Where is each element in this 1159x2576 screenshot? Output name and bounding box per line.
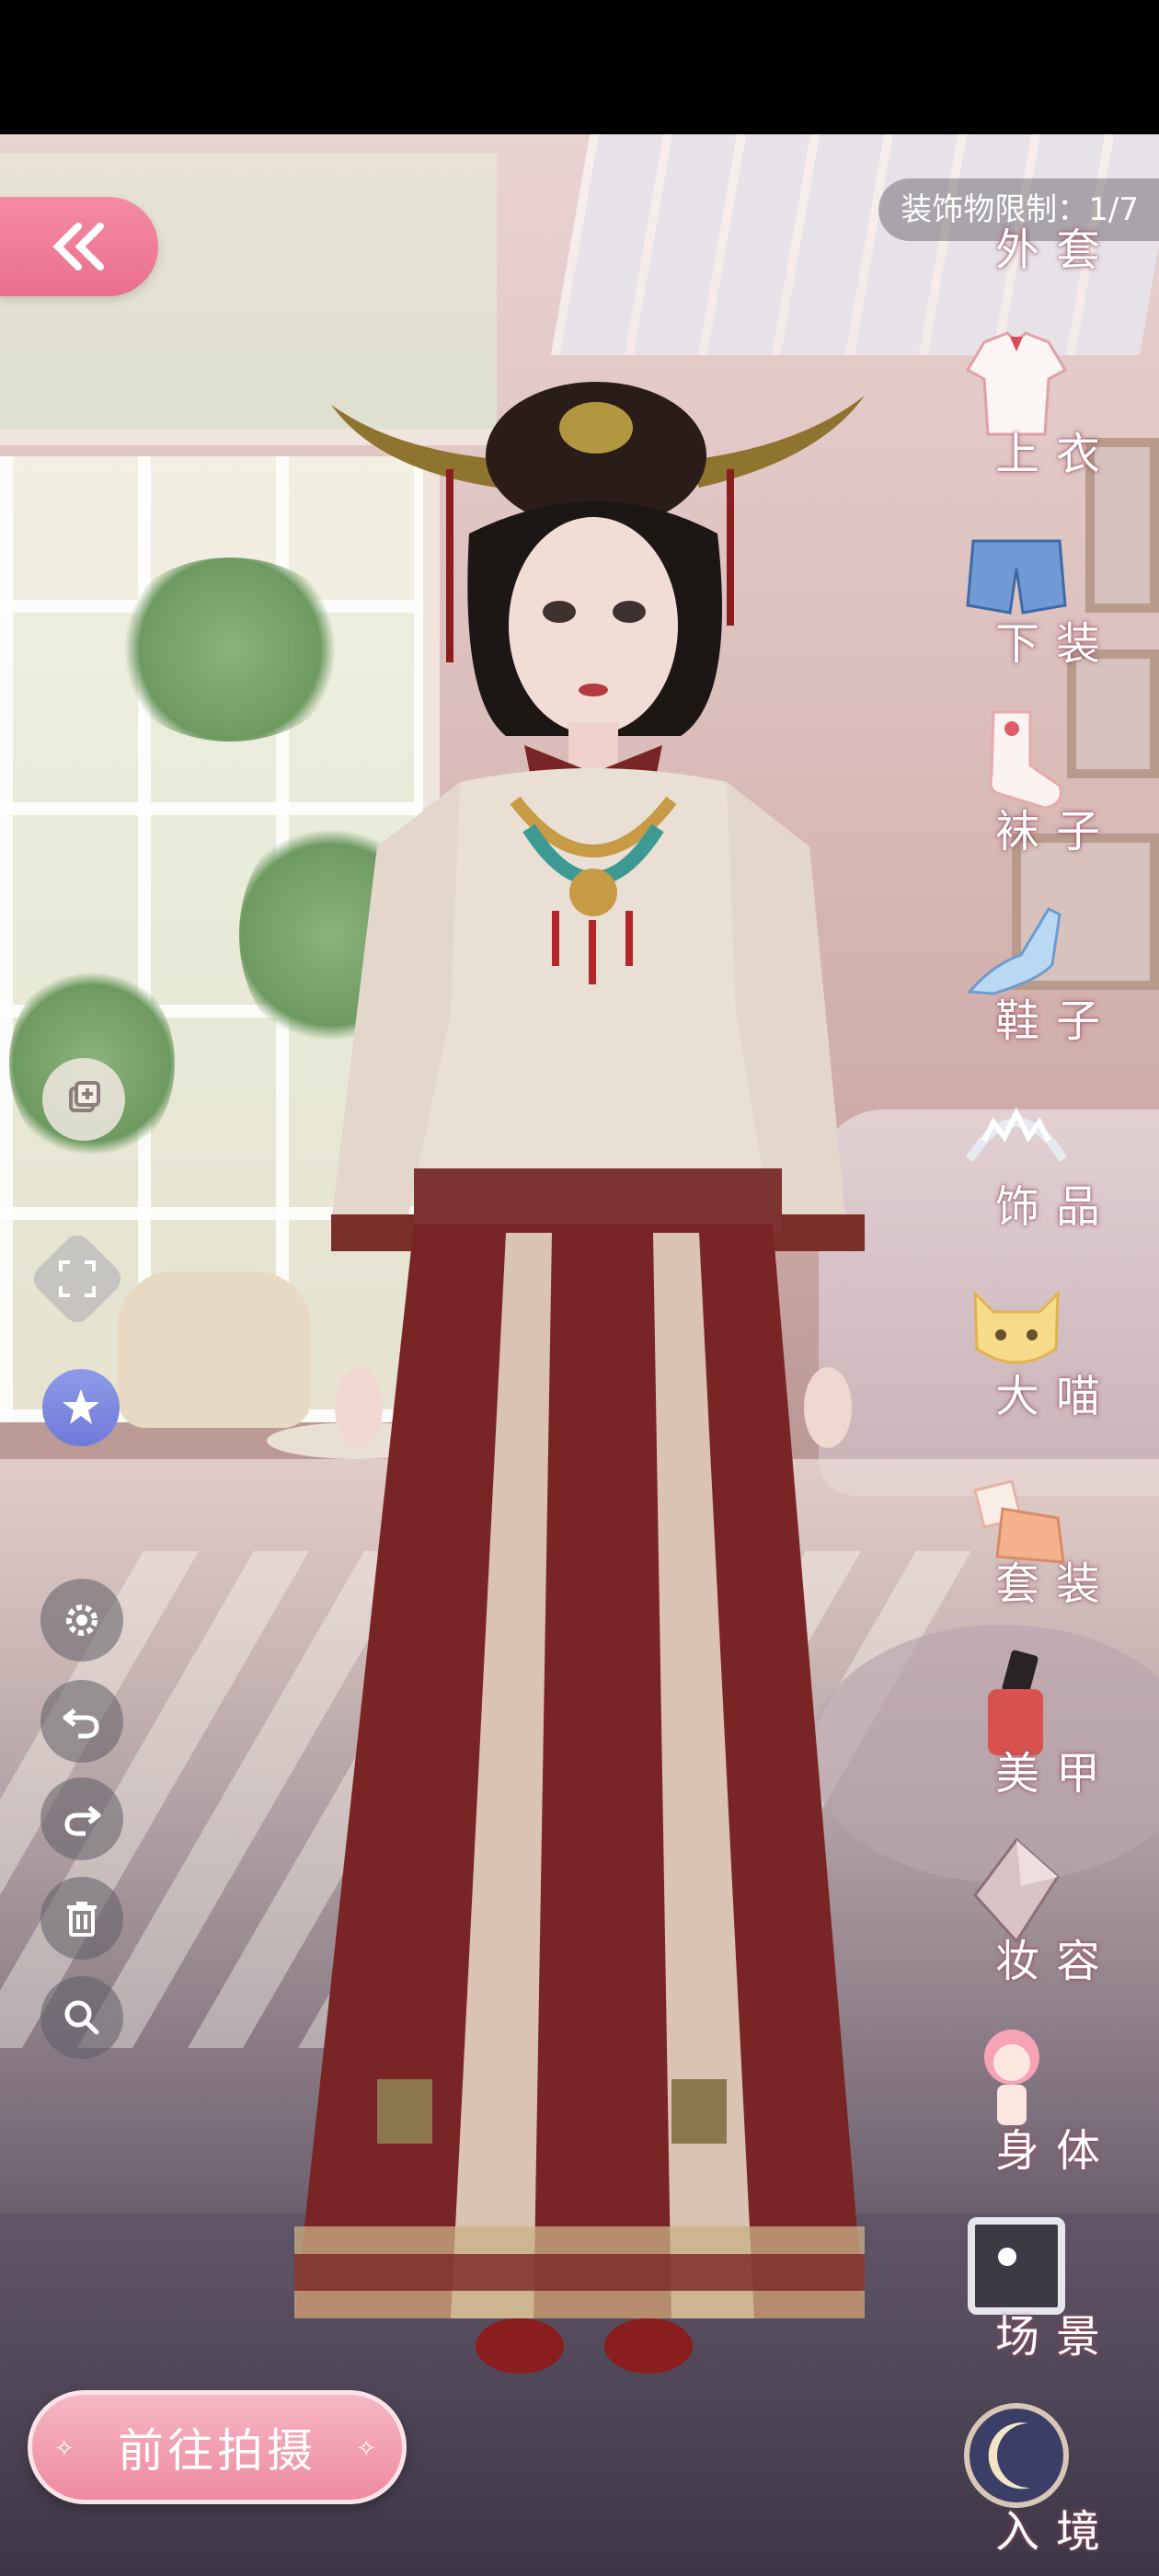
category-makeup[interactable]: 妆容: [929, 1822, 1159, 2006]
delete-button[interactable]: [40, 1877, 123, 1960]
redo-icon: [64, 1806, 101, 1836]
category-bottoms[interactable]: 下装: [929, 504, 1159, 688]
category-scene[interactable]: 场景: [929, 2197, 1159, 2381]
category-label: 妆容: [994, 1936, 1117, 1987]
shoe-right: [604, 2318, 693, 2374]
sparkle-icon: ✧: [356, 2435, 380, 2463]
category-label: 外套: [994, 224, 1117, 276]
category-nails[interactable]: 美甲: [929, 1634, 1159, 1818]
trash-icon: [67, 1902, 97, 1937]
category-label: 上衣: [994, 429, 1117, 480]
settings-gear-icon: [66, 1604, 98, 1636]
double-chevron-left-icon: [52, 223, 104, 270]
shoe-left: [476, 2318, 564, 2374]
category-label: 套装: [994, 1558, 1117, 1610]
category-label: 下装: [994, 618, 1117, 670]
headdress-horn-right: [690, 396, 865, 488]
magic-star-button[interactable]: [42, 1369, 120, 1446]
category-outerwear[interactable]: 外套: [929, 166, 1159, 294]
category-label: 场景: [994, 2311, 1117, 2363]
category-label: 身体: [994, 2125, 1117, 2177]
go-to-photo-button[interactable]: ✧ 前往拍摄 ✧: [28, 2390, 407, 2504]
zoom-icon: [64, 2000, 99, 2035]
sparkle-icon: ✧: [54, 2435, 78, 2463]
fullscreen-icon: [59, 1260, 96, 1297]
category-label: 鞋子: [994, 995, 1117, 1047]
redo-button[interactable]: [40, 1777, 123, 1860]
face: [509, 517, 678, 734]
go-to-photo-label: 前往拍摄: [118, 2424, 316, 2478]
category-socks[interactable]: 袜子: [929, 692, 1159, 876]
undo-button[interactable]: [40, 1680, 123, 1763]
category-accessories[interactable]: 饰品: [929, 1067, 1159, 1251]
category-shoes[interactable]: 鞋子: [929, 881, 1159, 1065]
layer-add-icon: [69, 1081, 100, 1112]
category-sets[interactable]: 套装: [929, 1444, 1159, 1628]
status-bar: [0, 0, 1159, 134]
undo-icon: [63, 1708, 99, 1739]
headdress-horn-left: [331, 405, 506, 488]
skirt: [294, 1224, 865, 2318]
category-label: 大喵: [994, 1371, 1117, 1422]
settings-button[interactable]: [40, 1579, 123, 1662]
category-label: 袜子: [994, 806, 1117, 857]
category-body[interactable]: 身体: [929, 2011, 1159, 2195]
category-tops[interactable]: 上衣: [929, 315, 1159, 499]
category-label: 饰品: [994, 1181, 1117, 1233]
category-label: 入境: [994, 2506, 1117, 2558]
category-label: 美甲: [994, 1748, 1117, 1800]
category-enter[interactable]: 入境: [929, 2386, 1159, 2576]
character-model[interactable]: [276, 258, 901, 2401]
zoom-button[interactable]: [40, 1976, 123, 2059]
category-cat[interactable]: 大喵: [929, 1257, 1159, 1441]
headdress-ornament: [559, 402, 633, 454]
back-button[interactable]: [0, 197, 158, 296]
magic-star-icon: [63, 1389, 99, 1424]
layer-add-button[interactable]: [42, 1058, 125, 1141]
